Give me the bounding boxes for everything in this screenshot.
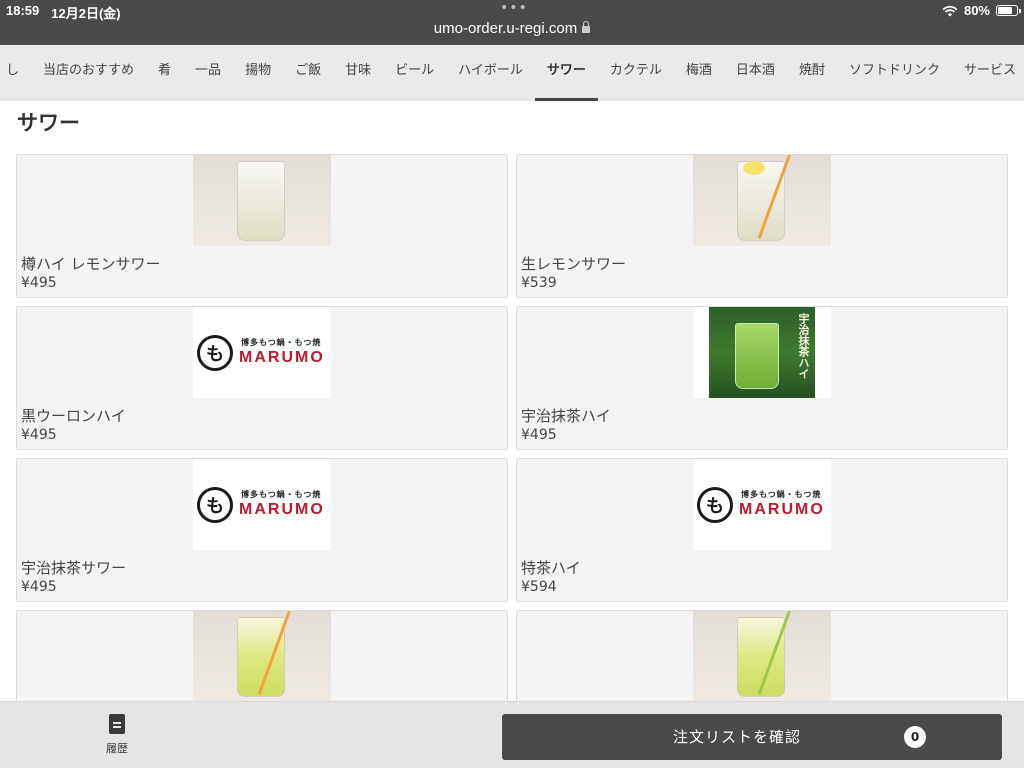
- marumo-logo: も博多もつ鍋・もつ焼 MARUMO: [193, 307, 331, 398]
- tab-10[interactable]: カクテル: [598, 45, 674, 101]
- menu-item-image: 宇治抹茶ハイ: [693, 307, 831, 398]
- history-label: 履歴: [106, 742, 128, 755]
- marumo-logo-word: MARUMO: [239, 349, 325, 366]
- menu-item-price: ¥495: [21, 275, 57, 291]
- menu-item-price: ¥495: [521, 427, 557, 443]
- matcha-poster: 宇治抹茶ハイ: [709, 307, 815, 398]
- matcha-poster-text: 宇治抹茶ハイ: [797, 313, 810, 379]
- wifi-icon: [942, 5, 958, 16]
- category-tab-bar[interactable]: し当店のおすすめ肴一品 揚物 ご飯 甘味 ビール ハイボール サワー カクテル 梅酒 日本酒 焼酎ソ…: [0, 45, 1024, 101]
- tab-8[interactable]: ハイボール: [446, 45, 535, 101]
- browser-chrome: 18:59 12月2日(金) ••• 80% umo-order.u-regi.…: [0, 0, 1024, 45]
- marumo-logo-word: MARUMO: [739, 501, 825, 518]
- fresh-lemon-sour-photo-image: [693, 155, 831, 246]
- menu-item-name: 宇治抹茶ハイ: [521, 407, 611, 425]
- menu-item-name: 宇治抹茶サワー: [21, 559, 127, 577]
- marumo-logo-mark: も: [197, 487, 233, 523]
- menu-item-price: ¥539: [521, 275, 557, 291]
- tab-0[interactable]: し: [0, 45, 31, 101]
- menu-item-image: [693, 155, 831, 246]
- confirm-order-list-button[interactable]: 注文リストを確認 0: [502, 714, 1002, 760]
- menu-item-image: [193, 611, 331, 702]
- tab-2[interactable]: 肴: [146, 45, 183, 101]
- glass-shape: [237, 161, 285, 241]
- marumo-logo-mark: も: [697, 487, 733, 523]
- tab-12[interactable]: 日本酒: [724, 45, 787, 101]
- matcha-poster-image: 宇治抹茶ハイ: [693, 307, 831, 398]
- matcha-glass: [735, 323, 779, 389]
- section-title: サワー: [17, 111, 80, 135]
- menu-item-name: 特茶ハイ: [521, 559, 581, 577]
- yellow-sour-photo-2-image: [693, 611, 831, 702]
- tab-6[interactable]: 甘味: [333, 45, 383, 101]
- menu-item-card[interactable]: も博多もつ鍋・もつ焼 MARUMO 特茶ハイ ¥594: [516, 458, 1008, 602]
- yellow-sour-photo-image: [193, 611, 331, 702]
- menu-item-image: も博多もつ鍋・もつ焼 MARUMO: [693, 459, 831, 550]
- menu-item-price: ¥594: [521, 579, 557, 595]
- tab-13[interactable]: 焼酎: [787, 45, 837, 101]
- order-count-badge: 0: [904, 726, 926, 748]
- menu-item-image: も博多もつ鍋・もつ焼 MARUMO: [193, 459, 331, 550]
- menu-item-price: ¥495: [21, 579, 57, 595]
- tab-1[interactable]: 当店のおすすめ: [31, 45, 146, 101]
- history-button[interactable]: 履歴: [88, 714, 146, 756]
- bottom-bar: 履歴 注文リストを確認 0: [0, 701, 1024, 768]
- confirm-order-list-label: 注文リストを確認: [672, 728, 801, 746]
- tab-4[interactable]: 揚物: [233, 45, 283, 101]
- menu-item-card[interactable]: も博多もつ鍋・もつ焼 MARUMO 宇治抹茶サワー ¥495: [16, 458, 508, 602]
- menu-item-image: も博多もつ鍋・もつ焼 MARUMO: [193, 307, 331, 398]
- marumo-logo-subtitle: 博多もつ鍋・もつ焼: [241, 338, 322, 347]
- marumo-logo: も博多もつ鍋・もつ焼 MARUMO: [193, 459, 331, 550]
- tab-5[interactable]: ご飯: [283, 45, 333, 101]
- url-text: umo-order.u-regi.com: [433, 20, 578, 37]
- lemon-slice: [743, 161, 765, 175]
- tab-15[interactable]: サービス: [952, 45, 1024, 101]
- tab-3[interactable]: 一品: [183, 45, 233, 101]
- menu-item-price: ¥495: [21, 427, 57, 443]
- marumo-logo-word: MARUMO: [239, 501, 325, 518]
- tab-7[interactable]: ビール: [383, 45, 446, 101]
- menu-item-card[interactable]: 樽ハイ レモンサワー ¥495: [16, 154, 508, 298]
- tab-11[interactable]: 梅酒: [674, 45, 724, 101]
- marumo-logo-subtitle: 博多もつ鍋・もつ焼: [741, 490, 822, 499]
- lock-icon: [582, 21, 591, 33]
- url-bar[interactable]: umo-order.u-regi.com: [0, 20, 1024, 37]
- category-tab-list: し当店のおすすめ肴一品 揚物 ご飯 甘味 ビール ハイボール サワー カクテル 梅酒 日本酒 焼酎ソ…: [0, 45, 1024, 101]
- menu-item-card[interactable]: 宇治抹茶ハイ 宇治抹茶ハイ ¥495: [516, 306, 1008, 450]
- menu-item-name: 黒ウーロンハイ: [21, 407, 126, 425]
- lemon-sour-photo-image: [193, 155, 331, 246]
- menu-item-name: 樽ハイ レモンサワー: [21, 255, 161, 273]
- marumo-logo: も博多もつ鍋・もつ焼 MARUMO: [693, 459, 831, 550]
- multitask-dots-icon[interactable]: •••: [500, 1, 528, 15]
- tab-14[interactable]: ソフトドリンク: [837, 45, 952, 101]
- document-icon: [109, 714, 125, 734]
- menu-item-image: [193, 155, 331, 246]
- battery-percent: 80%: [963, 3, 990, 18]
- status-right: 80%: [942, 3, 1021, 18]
- marumo-logo-mark: も: [197, 335, 233, 371]
- menu-item-card[interactable]: も博多もつ鍋・もつ焼 MARUMO 黒ウーロンハイ ¥495: [16, 306, 508, 450]
- menu-item-image: [693, 611, 831, 702]
- menu-item-card[interactable]: 生レモンサワー ¥539: [516, 154, 1008, 298]
- tab-9[interactable]: サワー: [534, 45, 598, 101]
- menu-item-name: 生レモンサワー: [521, 255, 627, 273]
- menu-item-grid: 樽ハイ レモンサワー ¥495 生レモンサワー ¥539 も博多もつ鍋・もつ焼 MARUM…: [16, 154, 1008, 754]
- marumo-logo-subtitle: 博多もつ鍋・もつ焼: [241, 490, 322, 499]
- battery-icon: [996, 5, 1021, 16]
